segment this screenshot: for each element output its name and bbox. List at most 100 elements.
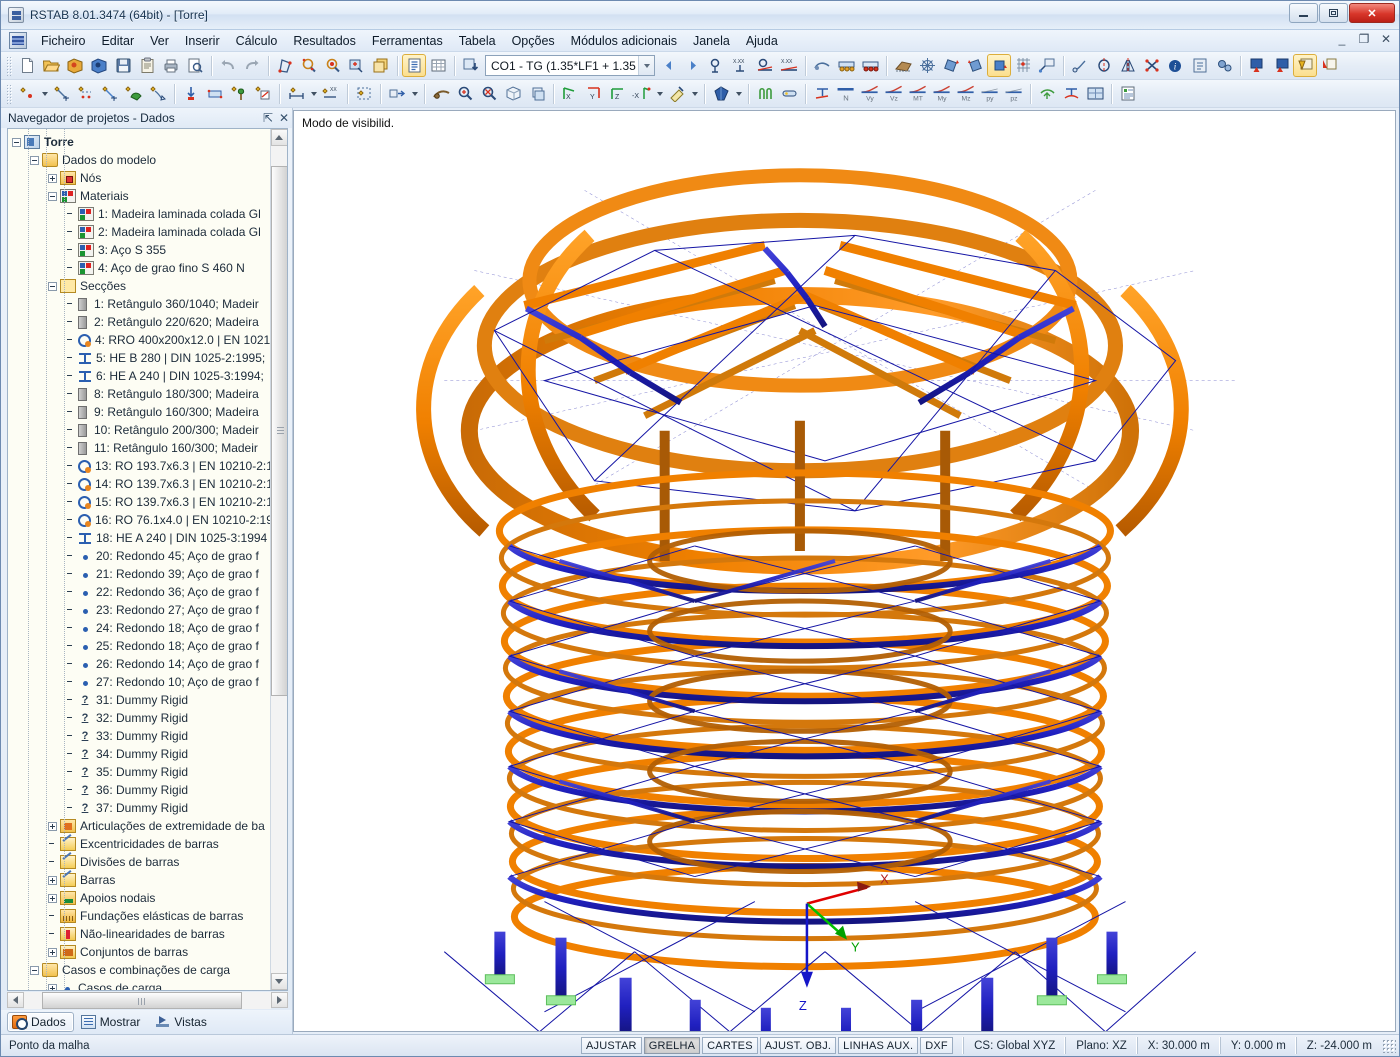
scroll-track-h[interactable] (24, 992, 271, 1009)
toggle-ajustar[interactable]: AJUSTAR (581, 1037, 642, 1054)
selection-box-icon[interactable] (352, 82, 376, 105)
tower-3d-model[interactable]: X Y Z (294, 111, 1395, 1031)
mirror-plane-icon[interactable] (1116, 54, 1140, 77)
deformation-values-icon[interactable]: X.XX (777, 54, 801, 77)
result-Mz-icon[interactable]: Mz (954, 82, 978, 105)
scroll-left-icon[interactable] (7, 992, 24, 1008)
menu-ver[interactable]: Ver (142, 32, 177, 50)
mirror-circle-icon[interactable] (1092, 54, 1116, 77)
node-cross-icon[interactable] (1140, 54, 1164, 77)
import-data-icon[interactable] (459, 54, 483, 77)
tree-vertical-scrollbar[interactable] (270, 129, 287, 990)
expand-icon[interactable] (48, 875, 57, 885)
scroll-thumb[interactable] (270, 166, 287, 696)
new-surface-icon[interactable] (122, 82, 146, 105)
tree-item[interactable]: Dados do modelo (12, 151, 270, 169)
collapse-icon[interactable] (30, 965, 39, 975)
info-icon[interactable]: i (1164, 54, 1188, 77)
tree-item[interactable]: 3: Aço S 355 (12, 241, 270, 259)
project-tree[interactable]: Torre Dados do modelo Nós Materiais 1: Madei… (7, 128, 288, 991)
deformation-icon[interactable] (753, 54, 777, 77)
view-minus-x-icon[interactable]: -X (630, 82, 654, 105)
tree-item[interactable]: 22: Redondo 36; Aço de grao f (12, 583, 270, 601)
zoom-select-icon[interactable] (297, 54, 321, 77)
view-z-icon[interactable]: Z (606, 82, 630, 105)
tree-item[interactable]: 4: RRO 400x200x12.0 | EN 10210 (12, 331, 270, 349)
result-pz-icon[interactable]: pz (1002, 82, 1026, 105)
add-result-icon[interactable] (1035, 82, 1059, 105)
view-x-icon[interactable]: X (558, 82, 582, 105)
tree-item[interactable]: Nós (12, 169, 270, 187)
menu-calculo[interactable]: Cálculo (228, 32, 286, 50)
tree-item[interactable]: 27: Redondo 10; Aço de grao f (12, 673, 270, 691)
toggle-linhas-aux[interactable]: LINHAS AUX. (838, 1037, 919, 1054)
expand-icon[interactable] (48, 983, 57, 990)
collapse-icon[interactable] (48, 281, 57, 291)
expand-icon[interactable] (48, 947, 57, 957)
tree-item[interactable]: Secções (12, 277, 270, 295)
undo-icon[interactable] (216, 54, 240, 77)
printout-report-icon[interactable] (1116, 82, 1140, 105)
menu-ferramentas[interactable]: Ferramentas (364, 32, 451, 50)
tree-item[interactable]: 1: Madeira laminada colada Gl (12, 205, 270, 223)
toggle-dxf[interactable]: DXF (920, 1037, 953, 1054)
load-train2-icon[interactable] (858, 54, 882, 77)
tables-panel-icon[interactable] (402, 54, 426, 77)
view-y-icon[interactable]: Y (582, 82, 606, 105)
collapse-icon[interactable] (48, 191, 57, 201)
expand-icon[interactable] (48, 893, 57, 903)
chevron-down-icon[interactable] (39, 82, 50, 105)
zoom-rotate-icon[interactable] (321, 54, 345, 77)
new-file-icon[interactable] (15, 54, 39, 77)
menu-janela[interactable]: Janela (685, 32, 738, 50)
print-icon[interactable] (159, 54, 183, 77)
shading-icon[interactable] (709, 82, 733, 105)
toggle-cartes[interactable]: CARTES (702, 1037, 758, 1054)
support-reaction-icon[interactable] (1059, 82, 1083, 105)
result-table-icon[interactable] (1083, 82, 1107, 105)
tab-vistas[interactable]: Vistas (150, 1012, 214, 1032)
tree-item[interactable]: 14: RO 139.7x6.3 | EN 10210-2:1 (12, 475, 270, 493)
isometric-view-icon[interactable] (525, 82, 549, 105)
perspective-icon[interactable] (891, 54, 915, 77)
tree-item[interactable]: 16: RO 76.1x4.0 | EN 10210-2:19 (12, 511, 270, 529)
tree-item[interactable]: Torre (12, 133, 270, 151)
chevron-down-icon[interactable] (409, 82, 420, 105)
tree-item[interactable]: Casos e combinações de carga (12, 961, 270, 979)
menu-ficheiro[interactable]: Ficheiro (33, 32, 93, 50)
tree-item[interactable]: Casos de carga (12, 979, 270, 990)
menu-tabela[interactable]: Tabela (451, 32, 504, 50)
tree-item[interactable]: 6: HE A 240 | DIN 1025-3:1994; (12, 367, 270, 385)
tree-item[interactable]: 4: Aço de grao fino S 460 N (12, 259, 270, 277)
resize-grip-icon[interactable] (1382, 1038, 1396, 1053)
tree-item[interactable]: 5: HE B 280 | DIN 1025-2:1995; (12, 349, 270, 367)
tree-item[interactable]: 10: Retângulo 200/300; Madeir (12, 421, 270, 439)
menu-opcoes[interactable]: Opções (504, 32, 563, 50)
tree-item[interactable]: ? 36: Dummy Rigid (12, 781, 270, 799)
tree-item[interactable]: Apoios nodais (12, 889, 270, 907)
grid-snap-icon[interactable] (1011, 54, 1035, 77)
tree-horizontal-scrollbar[interactable] (7, 992, 288, 1009)
rotate-z-icon[interactable] (987, 54, 1011, 77)
tree-item[interactable]: 9: Retângulo 160/300; Madeira (12, 403, 270, 421)
new-node-icon[interactable] (15, 82, 39, 105)
close-button[interactable]: ✕ (1349, 3, 1395, 23)
prev-case-icon[interactable] (657, 54, 681, 77)
save-icon[interactable] (111, 54, 135, 77)
grid-table-icon[interactable] (426, 54, 450, 77)
tree-item[interactable]: 24: Redondo 18; Aço de grao f (12, 619, 270, 637)
load-case-combo[interactable]: CO1 - TG (1.35*LF1 + 1.35 (485, 55, 655, 76)
result-My-icon[interactable]: My (930, 82, 954, 105)
tree-item[interactable]: Excentricidades de barras (12, 835, 270, 853)
tree-item[interactable]: ? 31: Dummy Rigid (12, 691, 270, 709)
model-viewport[interactable]: Modo de visibilid. X Y Z (293, 110, 1396, 1032)
tree-item[interactable]: 8: Retângulo 180/300; Madeira (12, 385, 270, 403)
next-case-icon[interactable] (681, 54, 705, 77)
select-window-icon[interactable] (345, 54, 369, 77)
open-file-icon[interactable] (39, 54, 63, 77)
load-train-icon[interactable] (834, 54, 858, 77)
collapse-icon[interactable] (12, 137, 21, 147)
new-line-icon[interactable] (146, 82, 170, 105)
new-member-section-icon[interactable] (98, 82, 122, 105)
menu-ajuda[interactable]: Ajuda (738, 32, 786, 50)
